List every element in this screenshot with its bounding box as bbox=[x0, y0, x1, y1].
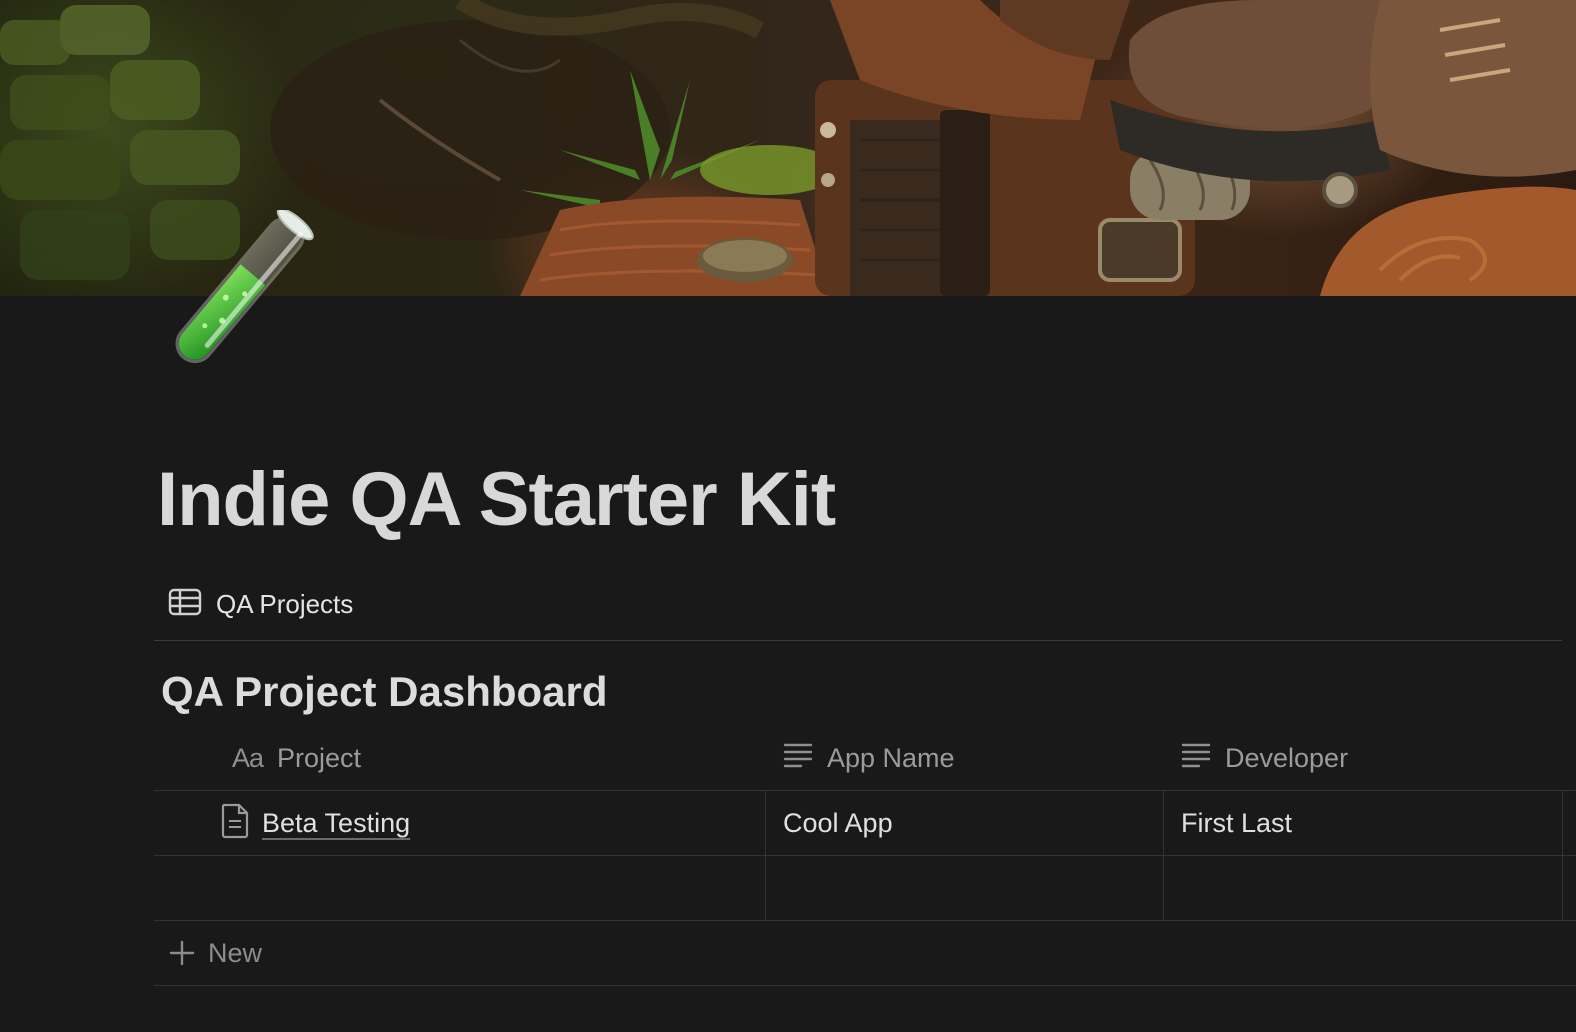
cell-overflow-empty bbox=[1562, 856, 1576, 920]
cell-app-name[interactable]: Cool App bbox=[765, 791, 1163, 855]
page-icon bbox=[220, 803, 250, 844]
column-label: App Name bbox=[827, 742, 955, 773]
new-row-label: New bbox=[208, 937, 263, 968]
cell-developer-empty[interactable] bbox=[1163, 856, 1562, 920]
database-table: Aa Project App Name Developer Beta Testi… bbox=[154, 726, 1576, 986]
row-page-link[interactable]: Beta Testing bbox=[220, 803, 410, 844]
column-header-developer[interactable]: Developer bbox=[1163, 726, 1562, 790]
developer-value: First Last bbox=[1181, 807, 1293, 838]
page-title[interactable]: Indie QA Starter Kit bbox=[157, 456, 836, 543]
table-header: Aa Project App Name Developer bbox=[154, 726, 1576, 790]
plus-icon bbox=[168, 939, 196, 967]
tab-divider bbox=[154, 640, 1562, 641]
cell-app-name-empty[interactable] bbox=[765, 856, 1163, 920]
table-row[interactable]: Beta Testing Cool App First Last bbox=[154, 790, 1576, 855]
app-name-value: Cool App bbox=[783, 807, 893, 838]
title-property-icon: Aa bbox=[232, 742, 264, 773]
column-header-project[interactable]: Aa Project bbox=[154, 726, 765, 790]
table-icon bbox=[168, 588, 202, 621]
new-row-button[interactable]: New bbox=[154, 920, 1576, 986]
table-row-empty[interactable] bbox=[154, 855, 1576, 920]
column-label: Project bbox=[277, 742, 362, 773]
test-tube-icon[interactable] bbox=[160, 207, 320, 370]
tab-label: QA Projects bbox=[216, 588, 354, 619]
text-property-icon bbox=[1181, 742, 1211, 775]
cell-project[interactable]: Beta Testing bbox=[154, 791, 765, 855]
column-header-app-name[interactable]: App Name bbox=[765, 726, 1163, 790]
notion-page: Indie QA Starter Kit QA Projects QA Proj… bbox=[0, 0, 1576, 1032]
cell-overflow bbox=[1562, 791, 1576, 855]
cell-project-empty[interactable] bbox=[154, 856, 765, 920]
text-property-icon bbox=[783, 742, 813, 775]
column-label: Developer bbox=[1225, 742, 1349, 773]
project-name: Beta Testing bbox=[262, 807, 411, 838]
cell-developer[interactable]: First Last bbox=[1163, 791, 1562, 855]
column-header-overflow bbox=[1562, 726, 1576, 790]
database-title[interactable]: QA Project Dashboard bbox=[161, 668, 608, 716]
tab-qa-projects[interactable]: QA Projects bbox=[168, 586, 353, 622]
